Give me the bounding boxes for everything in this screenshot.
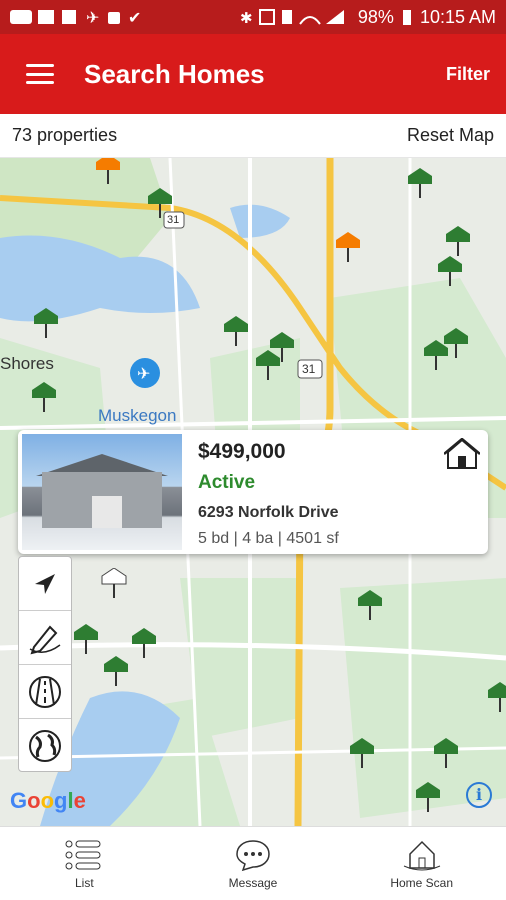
listing-address: 6293 Norfolk Drive bbox=[198, 504, 339, 521]
nav-message-label: Message bbox=[228, 875, 278, 890]
property-count: 73 properties bbox=[12, 125, 118, 145]
draw-tool[interactable] bbox=[19, 611, 71, 665]
notification-icons-row: ✈ ✔ bbox=[10, 10, 141, 26]
notification-icons: ✈ ✔ bbox=[10, 8, 160, 26]
property-pin-pending[interactable] bbox=[94, 158, 122, 188]
property-pin[interactable] bbox=[222, 316, 250, 350]
navigate-icon bbox=[35, 573, 55, 594]
listing-price: $499,000 bbox=[198, 440, 286, 463]
property-pin[interactable] bbox=[30, 382, 58, 416]
property-pin[interactable] bbox=[356, 590, 384, 624]
globe-tool[interactable] bbox=[19, 719, 71, 773]
google-logo: Google bbox=[10, 788, 86, 813]
map-label-muskegon: Muskegon bbox=[98, 406, 177, 425]
results-bar: 73 properties Reset Map bbox=[0, 114, 506, 158]
route-shield-31a: 31 bbox=[167, 214, 180, 226]
nav-list[interactable]: List bbox=[0, 827, 169, 900]
road-icon bbox=[29, 675, 61, 708]
globe-icon bbox=[29, 730, 61, 762]
property-pin[interactable] bbox=[130, 628, 158, 662]
nav-home-scan[interactable]: Home Scan bbox=[337, 827, 506, 900]
svg-text:✱: ✱ bbox=[240, 10, 253, 26]
road-tool[interactable] bbox=[19, 665, 71, 719]
map-label-shores: Shores bbox=[0, 354, 54, 373]
connectivity-icons: ✱ bbox=[240, 9, 344, 26]
property-pin-pending[interactable] bbox=[334, 232, 362, 266]
list-icon bbox=[65, 840, 101, 869]
app-bar: Search Homes Filter bbox=[0, 34, 506, 114]
svg-text:✈: ✈ bbox=[86, 10, 99, 26]
open-house-icon[interactable] bbox=[444, 438, 480, 470]
route-shield-31b: 31 bbox=[302, 362, 316, 376]
svg-text:✈: ✈ bbox=[137, 366, 150, 383]
reset-map-button[interactable]: Reset Map bbox=[407, 125, 494, 146]
bottom-nav: List Message Home Scan bbox=[0, 826, 506, 900]
property-pin[interactable] bbox=[444, 226, 472, 260]
property-pin[interactable] bbox=[414, 782, 442, 816]
nav-home-scan-label: Home Scan bbox=[390, 875, 454, 890]
listing-card[interactable]: $499,000 Active 6293 Norfolk Drive 5 bd … bbox=[18, 430, 488, 554]
home-scan-icon bbox=[403, 840, 440, 870]
property-pin[interactable] bbox=[422, 340, 450, 374]
page-title: Search Homes bbox=[84, 58, 265, 89]
property-pin[interactable] bbox=[32, 308, 60, 342]
battery-level: 98% bbox=[357, 6, 394, 27]
battery-icon bbox=[402, 10, 411, 25]
listing-photo[interactable] bbox=[22, 434, 182, 550]
nav-message[interactable]: Message bbox=[169, 827, 338, 900]
menu-icon[interactable] bbox=[26, 64, 54, 84]
property-pin[interactable] bbox=[486, 682, 506, 716]
nav-list-label: List bbox=[74, 875, 94, 890]
navigate-tool[interactable] bbox=[19, 557, 71, 611]
listing-status: Active bbox=[198, 472, 256, 493]
map-info-icon[interactable]: i bbox=[466, 782, 492, 808]
status-bar: ✈ ✔ ✱ 98% 10:15 AM bbox=[0, 0, 506, 34]
svg-text:✔: ✔ bbox=[128, 10, 141, 26]
draw-icon bbox=[29, 625, 61, 654]
property-pin[interactable] bbox=[348, 738, 376, 772]
map-tools bbox=[18, 556, 72, 772]
property-pin[interactable] bbox=[436, 256, 464, 290]
selected-property-pin[interactable] bbox=[100, 568, 128, 602]
property-pin[interactable] bbox=[406, 168, 434, 202]
message-icon bbox=[236, 839, 270, 871]
property-pin[interactable] bbox=[102, 656, 130, 690]
property-pin[interactable] bbox=[254, 350, 282, 384]
clock: 10:15 AM bbox=[419, 6, 496, 27]
property-pin[interactable] bbox=[72, 624, 100, 658]
filter-button[interactable]: Filter bbox=[446, 64, 490, 85]
property-pin[interactable] bbox=[432, 738, 460, 772]
listing-specs: 5 bd | 4 ba | 4501 sf bbox=[198, 530, 339, 547]
